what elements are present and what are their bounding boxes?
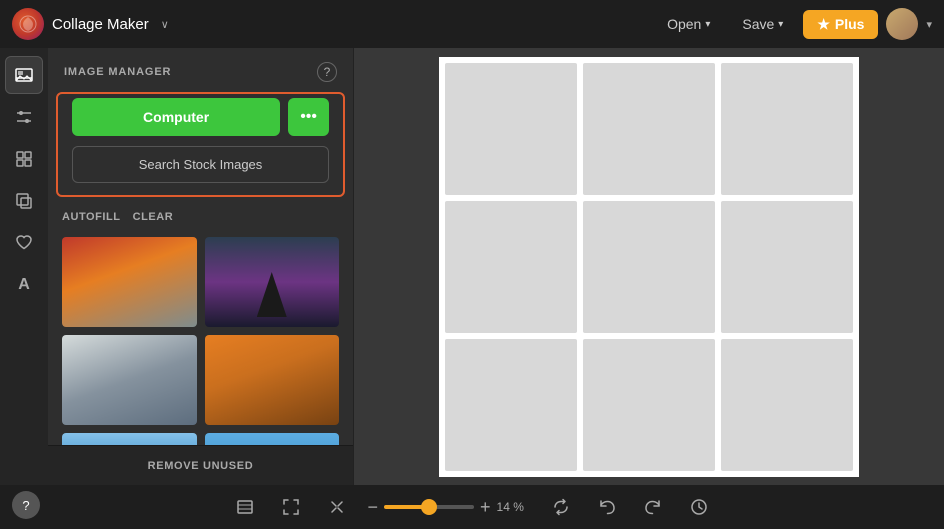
layout-icon[interactable] — [5, 140, 43, 178]
collage-cell-3[interactable] — [721, 63, 853, 195]
save-button[interactable]: Save ▾ — [730, 10, 795, 38]
layers-icon[interactable] — [229, 491, 261, 523]
collage-cell-7[interactable] — [445, 339, 577, 471]
collage-cell-5[interactable] — [583, 201, 715, 333]
sidebar-panel: IMAGE MANAGER ? Computer ••• Search Stoc… — [48, 48, 354, 485]
image-grid — [48, 233, 353, 445]
sidebar-title: IMAGE MANAGER — [64, 66, 171, 78]
collage-cell-9[interactable] — [721, 339, 853, 471]
thumbnail-3[interactable] — [62, 335, 197, 425]
collage-cell-1[interactable] — [445, 63, 577, 195]
collage-cell-8[interactable] — [583, 339, 715, 471]
bottom-toolbar: ? − + 14 % — [0, 485, 944, 529]
topbar: Collage Maker ∨ Open ▾ Save ▾ ★ Plus ▾ — [0, 0, 944, 48]
history-icon[interactable] — [683, 491, 715, 523]
collage-cell-4[interactable] — [445, 201, 577, 333]
overlay-icon[interactable] — [5, 182, 43, 220]
help-button[interactable]: ? — [12, 491, 40, 519]
collage-cell-2[interactable] — [583, 63, 715, 195]
expand-icon[interactable] — [321, 491, 353, 523]
zoom-in-button[interactable]: + — [480, 497, 491, 518]
thumbnail-2[interactable] — [205, 237, 340, 327]
image-manager-section: Computer ••• Search Stock Images — [56, 92, 345, 197]
sidebar-header: IMAGE MANAGER ? — [48, 48, 353, 92]
zoom-out-button[interactable]: − — [367, 497, 378, 518]
app-name: Collage Maker — [52, 16, 149, 33]
action-row: AUTOFILL CLEAR — [48, 207, 353, 233]
fit-screen-icon[interactable] — [275, 491, 307, 523]
collage-cell-6[interactable] — [721, 201, 853, 333]
thumbnail-4[interactable] — [205, 335, 340, 425]
repeat-icon[interactable] — [545, 491, 577, 523]
plus-button[interactable]: ★ Plus — [803, 10, 878, 39]
main-content: A IMAGE MANAGER ? Computer ••• Search St… — [0, 48, 944, 485]
stock-images-button[interactable]: Search Stock Images — [72, 146, 329, 183]
image-manager-icon[interactable] — [5, 56, 43, 94]
thumbnail-6[interactable] — [205, 433, 340, 445]
canvas-area — [354, 48, 944, 485]
collage-canvas[interactable] — [439, 57, 859, 477]
autofill-button[interactable]: AUTOFILL — [62, 211, 121, 223]
thumbnail-5[interactable] — [62, 433, 197, 445]
zoom-controls: − + 14 % — [367, 497, 530, 518]
avatar-chevron-icon: ▾ — [926, 18, 932, 31]
computer-button[interactable]: Computer — [72, 98, 280, 136]
more-options-button[interactable]: ••• — [288, 98, 329, 136]
avatar[interactable] — [886, 8, 918, 40]
app-chevron-icon[interactable]: ∨ — [161, 18, 169, 31]
favorites-icon[interactable] — [5, 224, 43, 262]
zoom-slider[interactable] — [384, 505, 474, 509]
icon-rail: A — [0, 48, 48, 485]
text-icon[interactable]: A — [5, 266, 43, 304]
zoom-percentage: 14 % — [497, 500, 531, 514]
open-button[interactable]: Open ▾ — [655, 10, 722, 38]
clear-button[interactable]: CLEAR — [133, 211, 174, 223]
remove-unused-button[interactable]: REMOVE UNUSED — [48, 445, 353, 485]
redo-icon[interactable] — [637, 491, 669, 523]
adjustments-icon[interactable] — [5, 98, 43, 136]
undo-icon[interactable] — [591, 491, 623, 523]
thumbnail-1[interactable] — [62, 237, 197, 327]
star-icon: ★ — [817, 16, 830, 33]
help-icon[interactable]: ? — [317, 62, 337, 82]
upload-btn-row: Computer ••• — [72, 98, 329, 136]
save-chevron-icon: ▾ — [778, 19, 783, 30]
open-chevron-icon: ▾ — [705, 19, 710, 30]
app-logo[interactable] — [12, 8, 44, 40]
